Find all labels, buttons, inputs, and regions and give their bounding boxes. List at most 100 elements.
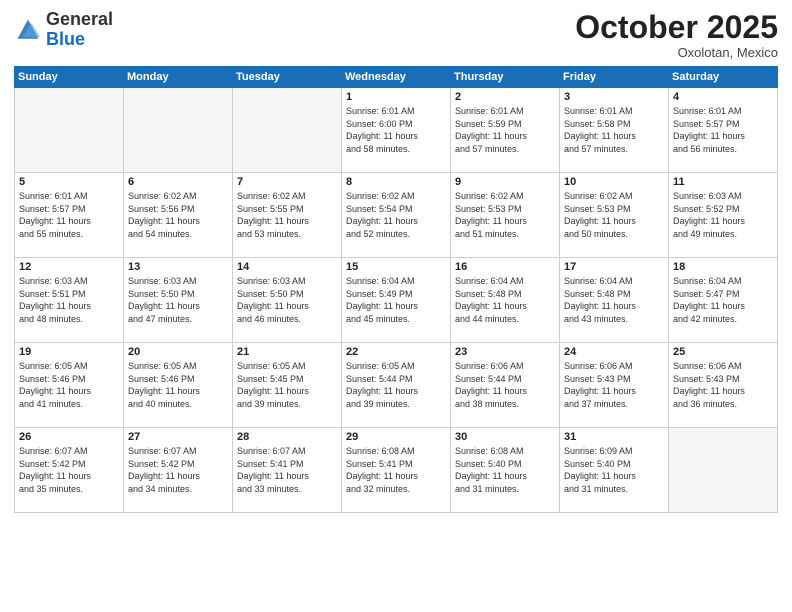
calendar-cell: 18 Sunrise: 6:04 AM Sunset: 5:47 PM Dayli… <box>669 258 778 343</box>
calendar-cell: 16 Sunrise: 6:04 AM Sunset: 5:48 PM Dayli… <box>451 258 560 343</box>
day-number: 8 <box>346 176 446 188</box>
weekday-header: Wednesday <box>342 67 451 88</box>
day-number: 3 <box>564 91 664 103</box>
day-number: 10 <box>564 176 664 188</box>
day-info: Sunrise: 6:05 AM Sunset: 5:46 PM Dayligh… <box>19 360 119 410</box>
day-number: 22 <box>346 346 446 358</box>
day-number: 25 <box>673 346 773 358</box>
day-number: 5 <box>19 176 119 188</box>
day-info: Sunrise: 6:04 AM Sunset: 5:47 PM Dayligh… <box>673 275 773 325</box>
day-number: 23 <box>455 346 555 358</box>
month-title: October 2025 <box>575 10 778 45</box>
day-info: Sunrise: 6:02 AM Sunset: 5:54 PM Dayligh… <box>346 190 446 240</box>
day-number: 7 <box>237 176 337 188</box>
calendar-cell: 13 Sunrise: 6:03 AM Sunset: 5:50 PM Dayli… <box>124 258 233 343</box>
calendar-cell: 4 Sunrise: 6:01 AM Sunset: 5:57 PM Daylig… <box>669 88 778 173</box>
day-number: 15 <box>346 261 446 273</box>
day-info: Sunrise: 6:04 AM Sunset: 5:48 PM Dayligh… <box>455 275 555 325</box>
day-number: 4 <box>673 91 773 103</box>
header: General Blue October 2025 Oxolotan, Mexi… <box>14 10 778 60</box>
day-number: 17 <box>564 261 664 273</box>
day-number: 24 <box>564 346 664 358</box>
calendar-cell: 15 Sunrise: 6:04 AM Sunset: 5:49 PM Dayli… <box>342 258 451 343</box>
day-number: 11 <box>673 176 773 188</box>
day-info: Sunrise: 6:03 AM Sunset: 5:51 PM Dayligh… <box>19 275 119 325</box>
calendar-cell: 28 Sunrise: 6:07 AM Sunset: 5:41 PM Dayli… <box>233 428 342 513</box>
calendar-cell: 26 Sunrise: 6:07 AM Sunset: 5:42 PM Dayli… <box>15 428 124 513</box>
calendar-header-row: SundayMondayTuesdayWednesdayThursdayFrid… <box>15 67 778 88</box>
logo: General Blue <box>14 10 113 50</box>
logo-general-text: General <box>46 9 113 29</box>
day-info: Sunrise: 6:04 AM Sunset: 5:49 PM Dayligh… <box>346 275 446 325</box>
day-info: Sunrise: 6:07 AM Sunset: 5:42 PM Dayligh… <box>128 445 228 495</box>
day-info: Sunrise: 6:01 AM Sunset: 5:59 PM Dayligh… <box>455 105 555 155</box>
calendar-cell: 25 Sunrise: 6:06 AM Sunset: 5:43 PM Dayli… <box>669 343 778 428</box>
calendar-cell: 7 Sunrise: 6:02 AM Sunset: 5:55 PM Daylig… <box>233 173 342 258</box>
day-number: 18 <box>673 261 773 273</box>
day-number: 28 <box>237 431 337 443</box>
calendar-cell: 14Sunrise: 6:03 AM Sunset: 5:50 PM Dayli… <box>233 258 342 343</box>
calendar-cell: 17 Sunrise: 6:04 AM Sunset: 5:48 PM Dayli… <box>560 258 669 343</box>
calendar-cell: 1 Sunrise: 6:01 AM Sunset: 6:00 PM Daylig… <box>342 88 451 173</box>
day-info: Sunrise: 6:08 AM Sunset: 5:40 PM Dayligh… <box>455 445 555 495</box>
day-info: Sunrise: 6:01 AM Sunset: 5:57 PM Dayligh… <box>19 190 119 240</box>
day-info: Sunrise: 6:05 AM Sunset: 5:44 PM Dayligh… <box>346 360 446 410</box>
calendar-cell <box>669 428 778 513</box>
calendar-cell <box>233 88 342 173</box>
weekday-header: Friday <box>560 67 669 88</box>
calendar-cell: 21 Sunrise: 6:05 AM Sunset: 5:45 PM Dayli… <box>233 343 342 428</box>
day-number: 20 <box>128 346 228 358</box>
weekday-header: Saturday <box>669 67 778 88</box>
calendar-cell: 10Sunrise: 6:02 AM Sunset: 5:53 PM Dayli… <box>560 173 669 258</box>
logo-icon <box>14 16 42 44</box>
weekday-header: Tuesday <box>233 67 342 88</box>
calendar-cell: 5 Sunrise: 6:01 AM Sunset: 5:57 PM Daylig… <box>15 173 124 258</box>
day-info: Sunrise: 6:02 AM Sunset: 5:56 PM Dayligh… <box>128 190 228 240</box>
calendar-cell <box>124 88 233 173</box>
weekday-header: Thursday <box>451 67 560 88</box>
day-number: 16 <box>455 261 555 273</box>
day-info: Sunrise: 6:09 AM Sunset: 5:40 PM Dayligh… <box>564 445 664 495</box>
calendar-cell: 29Sunrise: 6:08 AM Sunset: 5:41 PM Dayli… <box>342 428 451 513</box>
location: Oxolotan, Mexico <box>575 45 778 60</box>
weekday-header: Monday <box>124 67 233 88</box>
day-number: 12 <box>19 261 119 273</box>
day-info: Sunrise: 6:06 AM Sunset: 5:43 PM Dayligh… <box>564 360 664 410</box>
day-number: 26 <box>19 431 119 443</box>
day-info: Sunrise: 6:07 AM Sunset: 5:42 PM Dayligh… <box>19 445 119 495</box>
day-number: 21 <box>237 346 337 358</box>
day-number: 31 <box>564 431 664 443</box>
day-info: Sunrise: 6:08 AM Sunset: 5:41 PM Dayligh… <box>346 445 446 495</box>
calendar-cell: 12 Sunrise: 6:03 AM Sunset: 5:51 PM Dayli… <box>15 258 124 343</box>
day-number: 30 <box>455 431 555 443</box>
calendar-cell: 6Sunrise: 6:02 AM Sunset: 5:56 PM Daylig… <box>124 173 233 258</box>
calendar-cell: 3Sunrise: 6:01 AM Sunset: 5:58 PM Daylig… <box>560 88 669 173</box>
calendar-cell: 31 Sunrise: 6:09 AM Sunset: 5:40 PM Dayli… <box>560 428 669 513</box>
day-info: Sunrise: 6:01 AM Sunset: 5:57 PM Dayligh… <box>673 105 773 155</box>
calendar-cell: 9Sunrise: 6:02 AM Sunset: 5:53 PM Daylig… <box>451 173 560 258</box>
day-info: Sunrise: 6:07 AM Sunset: 5:41 PM Dayligh… <box>237 445 337 495</box>
day-info: Sunrise: 6:04 AM Sunset: 5:48 PM Dayligh… <box>564 275 664 325</box>
day-info: Sunrise: 6:01 AM Sunset: 6:00 PM Dayligh… <box>346 105 446 155</box>
calendar-cell: 27 Sunrise: 6:07 AM Sunset: 5:42 PM Dayli… <box>124 428 233 513</box>
day-info: Sunrise: 6:06 AM Sunset: 5:43 PM Dayligh… <box>673 360 773 410</box>
day-number: 13 <box>128 261 228 273</box>
calendar-table: SundayMondayTuesdayWednesdayThursdayFrid… <box>14 66 778 513</box>
calendar-cell: 19 Sunrise: 6:05 AM Sunset: 5:46 PM Dayli… <box>15 343 124 428</box>
day-info: Sunrise: 6:03 AM Sunset: 5:50 PM Dayligh… <box>128 275 228 325</box>
calendar-cell <box>15 88 124 173</box>
day-info: Sunrise: 6:05 AM Sunset: 5:45 PM Dayligh… <box>237 360 337 410</box>
day-number: 19 <box>19 346 119 358</box>
day-info: Sunrise: 6:05 AM Sunset: 5:46 PM Dayligh… <box>128 360 228 410</box>
calendar-cell: 11 Sunrise: 6:03 AM Sunset: 5:52 PM Dayli… <box>669 173 778 258</box>
day-info: Sunrise: 6:03 AM Sunset: 5:52 PM Dayligh… <box>673 190 773 240</box>
page-container: General Blue October 2025 Oxolotan, Mexi… <box>0 0 792 612</box>
calendar-cell: 30 Sunrise: 6:08 AM Sunset: 5:40 PM Dayli… <box>451 428 560 513</box>
day-info: Sunrise: 6:02 AM Sunset: 5:55 PM Dayligh… <box>237 190 337 240</box>
day-number: 2 <box>455 91 555 103</box>
day-number: 27 <box>128 431 228 443</box>
calendar-cell: 20 Sunrise: 6:05 AM Sunset: 5:46 PM Dayli… <box>124 343 233 428</box>
calendar-cell: 24 Sunrise: 6:06 AM Sunset: 5:43 PM Dayli… <box>560 343 669 428</box>
weekday-header: Sunday <box>15 67 124 88</box>
day-number: 1 <box>346 91 446 103</box>
